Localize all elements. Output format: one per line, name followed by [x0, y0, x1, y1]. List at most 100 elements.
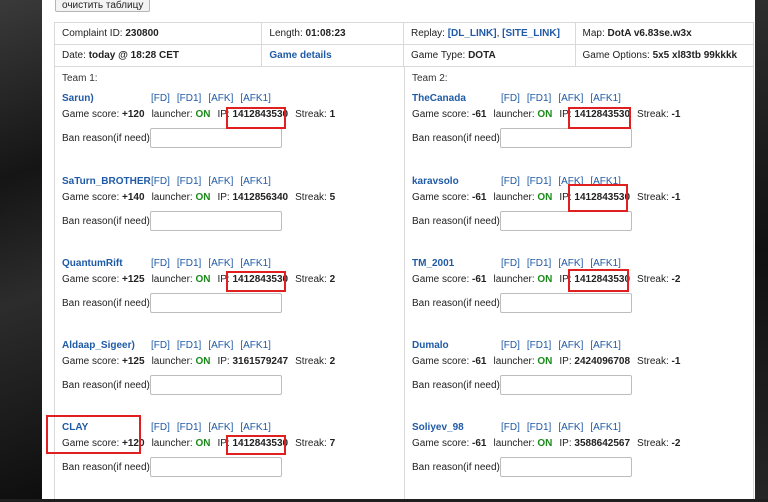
flag-afk1-link[interactable]: [AFK1]	[590, 258, 628, 269]
flag-fd-link[interactable]: [FD]	[501, 176, 527, 187]
game-score-value: -61	[472, 356, 487, 367]
flag-afk1-link[interactable]: [AFK1]	[590, 340, 628, 351]
player-name-link[interactable]: SaTurn_BROTHER	[62, 176, 151, 187]
ban-reason-input[interactable]	[500, 293, 632, 313]
player-entry: QuantumRift [FD] [FD1] [AFK] [AFK1] Game scor…	[62, 258, 402, 338]
flag-afk-link[interactable]: [AFK]	[558, 422, 590, 433]
ban-reason-input[interactable]	[150, 375, 282, 395]
player-name-link[interactable]: Soliyev_98	[412, 422, 464, 433]
game-options-cell: Game Options: 5x5 xl83tb 99kkkk	[582, 50, 738, 61]
flag-afk1-link[interactable]: [AFK1]	[240, 176, 278, 187]
game-details-cell: Game details	[262, 45, 404, 66]
ban-reason-input[interactable]	[500, 457, 632, 477]
flag-afk-link[interactable]: [AFK]	[208, 340, 240, 351]
game-score-value: -61	[472, 438, 487, 449]
player-name-link[interactable]: Dumalo	[412, 340, 449, 351]
ip-value: 3161579247	[232, 356, 289, 367]
launcher-status: ON	[537, 356, 553, 367]
flag-fd-link[interactable]: [FD]	[501, 422, 527, 433]
player-flags: [FD] [FD1] [AFK] [AFK1]	[151, 93, 278, 104]
replay-dl-link[interactable]: [DL_LINK]	[448, 28, 497, 39]
ban-reason-input[interactable]	[150, 128, 282, 148]
player-flags: [FD] [FD1] [AFK] [AFK1]	[151, 422, 278, 433]
length-value: 01:08:23	[305, 28, 346, 39]
flag-fd-link[interactable]: [FD]	[501, 340, 527, 351]
flag-fd1-link[interactable]: [FD1]	[177, 340, 208, 351]
flag-fd-link[interactable]: [FD]	[151, 422, 177, 433]
background-right	[755, 0, 768, 499]
player-stats: Game score: +125 launcher: ON IP: 14128435…	[62, 274, 336, 285]
flag-fd-link[interactable]: [FD]	[151, 258, 177, 269]
flag-afk-link[interactable]: [AFK]	[208, 422, 240, 433]
flag-afk-link[interactable]: [AFK]	[208, 258, 240, 269]
ban-reason-label: Ban reason(if need):	[412, 298, 503, 309]
ban-reason-input[interactable]	[500, 211, 632, 231]
ban-reason-input[interactable]	[500, 128, 632, 148]
replay-site-link[interactable]: [SITE_LINK]	[502, 28, 560, 39]
player-flags: [FD] [FD1] [AFK] [AFK1]	[501, 340, 628, 351]
player-stats: Game score: +140 launcher: ON IP: 14128563…	[62, 192, 336, 203]
flag-fd1-link[interactable]: [FD1]	[527, 422, 558, 433]
player-name-link[interactable]: Aldaap_Sigeer)	[62, 340, 135, 351]
flag-fd-link[interactable]: [FD]	[151, 340, 177, 351]
teams-divider	[404, 67, 405, 499]
flag-fd-link[interactable]: [FD]	[501, 258, 527, 269]
player-flags: [FD] [FD1] [AFK] [AFK1]	[151, 176, 278, 187]
ban-reason-label: Ban reason(if need):	[62, 298, 153, 309]
ban-reason-input[interactable]	[500, 375, 632, 395]
launcher-status: ON	[195, 109, 211, 120]
player-entry: TheCanada [FD] [FD1] [AFK] [AFK1] Game score:…	[412, 93, 752, 173]
flag-fd1-link[interactable]: [FD1]	[177, 93, 208, 104]
player-name-link[interactable]: TM_2001	[412, 258, 454, 269]
launcher-status: ON	[537, 192, 553, 203]
ip-highlight-box	[568, 269, 629, 292]
streak-value: -1	[671, 356, 681, 367]
flag-afk1-link[interactable]: [AFK1]	[240, 340, 278, 351]
ban-reason-input[interactable]	[150, 457, 282, 477]
flag-afk-link[interactable]: [AFK]	[208, 176, 240, 187]
flag-fd1-link[interactable]: [FD1]	[527, 258, 558, 269]
flag-fd1-link[interactable]: [FD1]	[527, 93, 558, 104]
game-score-value: +140	[122, 192, 145, 203]
launcher-status: ON	[195, 192, 211, 203]
launcher-status: ON	[195, 274, 211, 285]
ip-highlight-box	[226, 107, 286, 129]
flag-fd-link[interactable]: [FD]	[151, 93, 177, 104]
player-stats: Game score: -61 launcher: ON IP: 141284353…	[412, 192, 681, 203]
flag-fd1-link[interactable]: [FD1]	[527, 340, 558, 351]
player-name-link[interactable]: QuantumRift	[62, 258, 123, 269]
streak-value: 5	[329, 192, 336, 203]
clear-table-button[interactable]: очистить таблицу	[55, 0, 151, 12]
team-1-label: Team 1:	[62, 73, 98, 84]
player-stats: Game score: -61 launcher: ON IP: 141284353…	[412, 109, 681, 120]
flag-afk1-link[interactable]: [AFK1]	[590, 422, 628, 433]
flag-afk1-link[interactable]: [AFK1]	[240, 258, 278, 269]
player-name-link[interactable]: karavsolo	[412, 176, 459, 187]
flag-fd1-link[interactable]: [FD1]	[177, 176, 208, 187]
date-value: today @ 18:28 CET	[88, 50, 180, 61]
ban-reason-input[interactable]	[150, 211, 282, 231]
ban-reason-input[interactable]	[150, 293, 282, 313]
flag-afk-link[interactable]: [AFK]	[558, 258, 590, 269]
flag-fd-link[interactable]: [FD]	[501, 93, 527, 104]
flag-afk-link[interactable]: [AFK]	[558, 93, 590, 104]
player-name-link[interactable]: TheCanada	[412, 93, 466, 104]
player-flags: [FD] [FD1] [AFK] [AFK1]	[151, 258, 278, 269]
flag-afk1-link[interactable]: [AFK1]	[590, 93, 628, 104]
ip-highlight-box	[568, 184, 628, 212]
flag-afk1-link[interactable]: [AFK1]	[240, 422, 278, 433]
player-stats: Game score: -61 launcher: ON IP: 242409670…	[412, 356, 681, 367]
flag-afk-link[interactable]: [AFK]	[208, 93, 240, 104]
flag-fd1-link[interactable]: [FD1]	[527, 176, 558, 187]
ban-reason-label: Ban reason(if need):	[412, 380, 503, 391]
flag-afk-link[interactable]: [AFK]	[558, 340, 590, 351]
player-name-link[interactable]: Sarun)	[62, 93, 94, 104]
length-cell: Length: 01:08:23	[262, 23, 404, 44]
flag-afk1-link[interactable]: [AFK1]	[240, 93, 278, 104]
game-details-link[interactable]: Game details	[269, 50, 331, 61]
map-value: DotA v6.83se.w3x	[607, 28, 692, 39]
flag-fd1-link[interactable]: [FD1]	[177, 258, 208, 269]
game-score-value: +125	[122, 274, 145, 285]
flag-fd1-link[interactable]: [FD1]	[177, 422, 208, 433]
flag-fd-link[interactable]: [FD]	[151, 176, 177, 187]
